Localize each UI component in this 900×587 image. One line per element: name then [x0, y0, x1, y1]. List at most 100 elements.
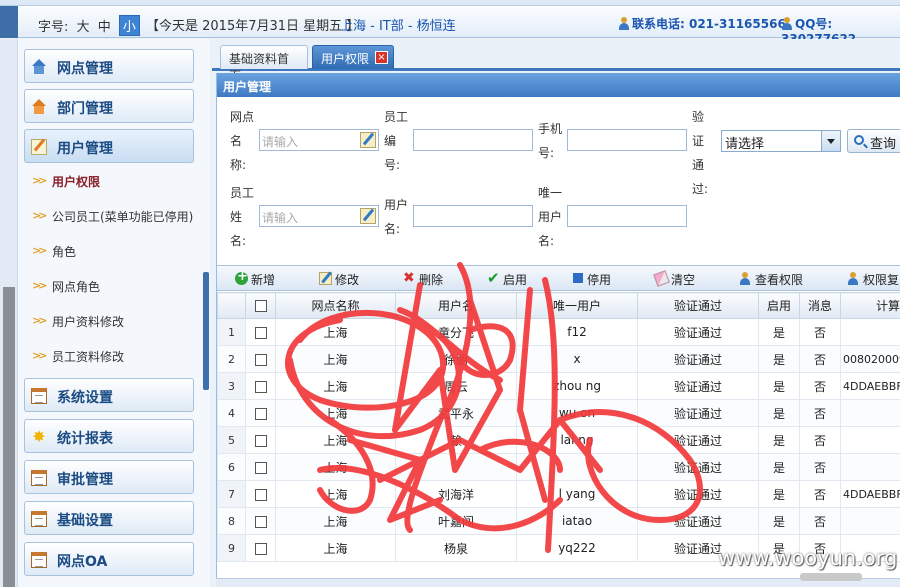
select-all-checkbox[interactable]	[254, 300, 267, 312]
verified-cell: 验证通过	[637, 318, 759, 346]
column-header[interactable]: 唯一用户	[516, 292, 638, 319]
message-cell: 否	[799, 318, 841, 346]
row-checkbox[interactable]	[254, 407, 267, 420]
column-header[interactable]: 用户名	[395, 292, 517, 319]
menu-basic-settings[interactable]: 基础设置	[24, 501, 194, 535]
table-row[interactable]: 4 上海 武平永 wu on 验证通过是否	[217, 399, 900, 427]
sidebar-item-company-staff[interactable]: >> 公司员工(菜单功能已停用)	[30, 202, 200, 230]
sidebar-item-staff-profile-edit[interactable]: >> 员工资料修改	[30, 342, 200, 370]
menu-branch-management[interactable]: 网点管理	[24, 49, 194, 83]
users-icon	[847, 272, 860, 285]
menu-branch-oa[interactable]: 网点OA	[24, 542, 194, 576]
sidebar-item-user-permission[interactable]: >> 用户权限	[30, 167, 200, 195]
menu-department-management[interactable]: 部门管理	[24, 89, 194, 123]
row-checkbox-cell	[245, 372, 276, 400]
row-checkbox[interactable]	[254, 353, 267, 366]
row-checkbox-cell	[245, 426, 276, 454]
row-checkbox[interactable]	[254, 542, 267, 555]
font-size-small[interactable]: 小	[118, 15, 140, 36]
column-header[interactable]: 启用	[758, 292, 800, 319]
menu-system-settings[interactable]: 系统设置	[24, 378, 194, 412]
column-header[interactable]: 网点名称	[275, 292, 396, 319]
branch-cell: 上海	[275, 345, 396, 373]
row-number: 3	[217, 372, 246, 400]
tab-bar: 基础资料首页 用户权限 ×	[212, 39, 900, 83]
unique-username-cell: f12	[516, 318, 638, 346]
row-number: 2	[217, 345, 246, 373]
row-checkbox[interactable]	[254, 434, 267, 447]
tab-basic-data-home[interactable]: 基础资料首页	[220, 45, 308, 83]
table-row[interactable]: 1 上海 童分飞 f12 验证通过是否	[217, 318, 900, 346]
panel-title: 用户管理	[217, 73, 900, 97]
enabled-cell: 是	[758, 480, 800, 508]
sidebar-item-role[interactable]: >> 角色	[30, 237, 200, 265]
tab-user-permission[interactable]: 用户权限 ×	[312, 45, 394, 69]
table-row[interactable]: 2 上海徐丽x验证通过是否008020009170	[217, 345, 900, 373]
mobile-input[interactable]	[567, 129, 687, 151]
left-edge-strip	[0, 6, 18, 38]
username-input[interactable]	[413, 205, 533, 227]
verified-cell: 验证通过	[637, 426, 759, 454]
table-row[interactable]: 5 上海赖 lai ng 验证通过是否	[217, 426, 900, 454]
branch-name-input[interactable]: 请输入	[259, 129, 379, 151]
watermark-text: www.wooyun.org	[718, 546, 898, 570]
menu-approval-management[interactable]: 审批管理	[24, 460, 194, 494]
table-row[interactable]: 8 上海 叶嘉闯 iatao 验证通过是否	[217, 507, 900, 535]
pick-edit-icon[interactable]	[360, 132, 376, 148]
verified-cell: 验证通过	[637, 399, 759, 427]
close-icon[interactable]: ×	[375, 51, 388, 64]
user-icon	[739, 272, 752, 285]
branch-cell: 上海	[275, 426, 396, 454]
unique-username-cell: lai ng	[516, 426, 638, 454]
branch-name-label: 网点名称:	[230, 110, 255, 172]
row-number: 4	[217, 399, 246, 427]
computer-cell	[840, 426, 900, 454]
employee-number-input[interactable]	[413, 129, 533, 151]
chevron-double-right-icon: >>	[32, 349, 48, 362]
computer-cell: 4DDAEBBFB0A	[840, 480, 900, 508]
verified-select[interactable]: 请选择	[721, 130, 841, 152]
branch-cell: 上海	[275, 534, 396, 562]
menu-user-management[interactable]: 用户管理	[24, 129, 194, 163]
font-size-medium[interactable]: 中	[98, 20, 111, 35]
sidebar-splitter-handle[interactable]	[203, 272, 209, 390]
row-checkbox[interactable]	[254, 380, 267, 393]
table-row[interactable]: 3 上海周云zhou ng验证通过是否4DDAEBBFB0A	[217, 372, 900, 400]
computer-cell	[840, 399, 900, 427]
horizontal-scrollbar-thumb[interactable]	[800, 573, 862, 581]
verified-cell: 验证通过	[637, 372, 759, 400]
username-cell: 童分飞	[395, 318, 517, 346]
row-checkbox[interactable]	[254, 515, 267, 528]
row-checkbox-cell	[245, 318, 276, 346]
row-checkbox-cell	[245, 534, 276, 562]
enabled-cell: 是	[758, 399, 800, 427]
message-cell: 否	[799, 399, 841, 427]
row-number: 8	[217, 507, 246, 535]
table-row[interactable]: 6 上海 验证通过是否	[217, 453, 900, 481]
sidebar-item-branch-role[interactable]: >> 网点角色	[30, 272, 200, 300]
enabled-cell: 是	[758, 426, 800, 454]
table-row[interactable]: 7 上海刘海洋l yang验证通过是否4DDAEBBFB0A	[217, 480, 900, 508]
unique-username-input[interactable]	[567, 205, 687, 227]
employee-name-input[interactable]: 请输入	[259, 205, 379, 227]
column-header[interactable]: 计算机	[840, 292, 900, 319]
username-cell: 徐丽	[395, 345, 517, 373]
column-header[interactable]: 验证通过	[637, 292, 759, 319]
calendar-icon	[31, 470, 47, 486]
chevron-down-icon[interactable]	[821, 131, 840, 151]
sidebar-scrollbar-thumb[interactable]	[3, 287, 15, 587]
pick-edit-icon[interactable]	[360, 208, 376, 224]
row-checkbox[interactable]	[254, 488, 267, 501]
menu-statistics-reports[interactable]: ✸ 统计报表	[24, 419, 194, 453]
column-header[interactable]: 消息	[799, 292, 841, 319]
sidebar-item-user-profile-edit[interactable]: >> 用户资料修改	[30, 307, 200, 335]
font-size-large[interactable]: 大	[77, 20, 90, 35]
unique-username-cell: x	[516, 345, 638, 373]
row-checkbox[interactable]	[254, 461, 267, 474]
verified-cell: 验证通过	[637, 345, 759, 373]
row-checkbox[interactable]	[254, 326, 267, 339]
enabled-cell: 是	[758, 453, 800, 481]
check-icon: ✔	[487, 269, 500, 287]
message-cell: 否	[799, 426, 841, 454]
query-button[interactable]: 查询	[847, 129, 900, 153]
